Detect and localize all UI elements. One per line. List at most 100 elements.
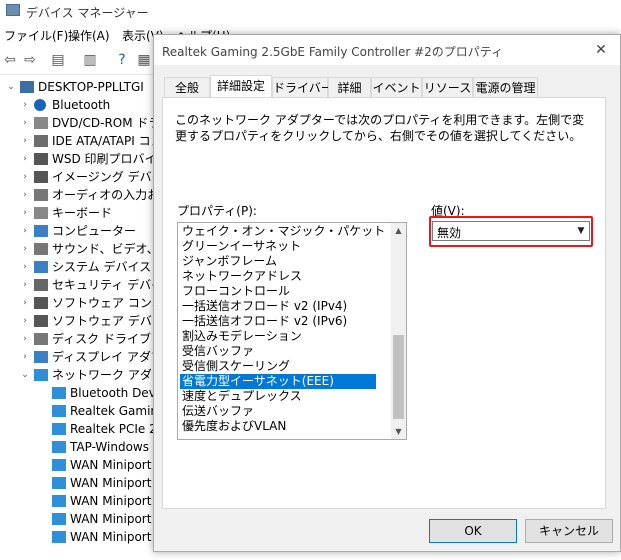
chevron-right-icon[interactable]: › <box>20 258 30 276</box>
property-list-item[interactable]: ジャンボフレーム <box>180 254 376 269</box>
menu-action[interactable]: 操作(A) <box>68 27 110 44</box>
scroll-thumb[interactable] <box>393 335 404 419</box>
tab-2[interactable]: ドライバー <box>272 77 333 97</box>
tab-6[interactable]: 電源の管理 <box>473 77 538 97</box>
device-manager-icon <box>6 4 20 16</box>
property-list-item[interactable]: グリーンイーサネット <box>180 239 376 254</box>
tree-item[interactable]: › イメージング デバイス <box>0 168 160 186</box>
tree-item[interactable]: WAN Miniport <box>0 456 160 474</box>
bluetooth-icon <box>34 99 46 111</box>
chevron-right-icon[interactable]: › <box>20 312 30 330</box>
chevron-right-icon[interactable]: › <box>20 114 30 132</box>
property-label: プロパティ(P): <box>177 204 257 218</box>
chevron-right-icon[interactable]: › <box>20 132 30 150</box>
tree-item-label: WAN Miniport <box>70 494 152 508</box>
tree-item[interactable]: TAP-Windows <box>0 438 160 456</box>
tree-item-label: イメージング デバイス <box>52 170 160 184</box>
tree-item[interactable]: › キーボード <box>0 204 160 222</box>
network-adapter-icon <box>52 531 66 543</box>
menu-file[interactable]: ファイル(F) <box>4 27 68 44</box>
tree-item[interactable]: WAN Miniport <box>0 492 160 510</box>
scroll-up-arrow-icon[interactable]: ▲ <box>391 223 406 238</box>
property-list-item[interactable]: 一括送信オフロード v2 (IPv4) <box>180 299 376 314</box>
tree-item[interactable]: › ソフトウェア デバイス <box>0 312 160 330</box>
tree-item[interactable]: › ディスク ドライブ <box>0 330 160 348</box>
tree-item[interactable]: WAN Miniport <box>0 528 160 546</box>
chevron-right-icon[interactable]: › <box>20 222 30 240</box>
chevron-right-icon[interactable]: › <box>20 348 30 366</box>
tree-item-label: WAN Miniport <box>70 476 152 490</box>
tab-4[interactable]: イベント <box>371 77 422 97</box>
tab-1[interactable]: 詳細設定 <box>210 75 272 98</box>
tree-item-label: Realtek PCIe 2.5 <box>70 422 160 436</box>
tree-item[interactable]: › Bluetooth <box>0 96 160 114</box>
tree-item-label: Bluetooth Device <box>70 386 160 400</box>
tree-item[interactable]: › サウンド、ビデオ、およびゲーム コントローラー <box>0 240 160 258</box>
chevron-right-icon[interactable]: › <box>20 294 30 312</box>
tree-item[interactable]: › DVD/CD-ROM ドライブ <box>0 114 160 132</box>
property-list-scrollbar[interactable]: ▲ ▼ <box>391 223 406 439</box>
dialog-title: Realtek Gaming 2.5GbE Family Controller … <box>162 45 504 59</box>
property-list-item[interactable]: 割込みモデレーション <box>180 329 376 344</box>
property-list-item[interactable]: 速度とデュプレックス <box>180 389 376 404</box>
tab-0[interactable]: 全般 <box>164 77 210 97</box>
tree-item[interactable]: Realtek Gaming <box>0 402 160 420</box>
back-arrow-icon[interactable]: ⇦ <box>2 52 18 68</box>
tree-item[interactable]: ⌄ DESKTOP-PPLLTGI <box>0 78 160 96</box>
tree-item[interactable]: › オーディオの入力および出力 <box>0 186 160 204</box>
cancel-button[interactable]: キャンセル <box>525 519 613 543</box>
chevron-right-icon[interactable]: › <box>20 150 30 168</box>
chevron-right-icon[interactable]: › <box>20 96 30 114</box>
monitor-icon <box>34 225 48 237</box>
tree-item-label: コンピューター <box>52 224 137 238</box>
tree-item[interactable]: › ソフトウェア コンポーネント <box>0 294 160 312</box>
properties-icon[interactable]: ▥ <box>82 52 98 68</box>
tree-item[interactable]: ⌄ ネットワーク アダプター <box>0 366 160 384</box>
tab-5[interactable]: リソース <box>422 77 473 97</box>
help-icon[interactable]: ? <box>114 52 130 68</box>
network-adapter-icon <box>52 387 66 399</box>
tree-item[interactable]: › ディスプレイ アダプター <box>0 348 160 366</box>
tree-item[interactable]: Bluetooth Device <box>0 384 160 402</box>
tree-item-label: WAN Miniport <box>70 530 152 544</box>
tree-item[interactable]: › システム デバイス <box>0 258 160 276</box>
property-list-item[interactable]: 受信側スケーリング <box>180 359 376 374</box>
chevron-right-icon[interactable]: › <box>20 168 30 186</box>
property-list-item[interactable]: 優先度およびVLAN <box>180 419 376 434</box>
tree-item[interactable]: Realtek PCIe 2.5 <box>0 420 160 438</box>
show-hide-tree-icon[interactable]: ▤ <box>50 52 66 68</box>
property-list-item[interactable]: フローコントロール <box>180 284 376 299</box>
close-icon[interactable]: ✕ <box>592 41 610 59</box>
tree-item[interactable]: › セキュリティ デバイス <box>0 276 160 294</box>
chevron-right-icon[interactable]: › <box>20 330 30 348</box>
scroll-down-arrow-icon[interactable]: ▼ <box>391 424 406 439</box>
property-list-item[interactable]: ウェイク・オン・マジック・パケット <box>180 224 385 239</box>
tree-item[interactable]: WAN Miniport <box>0 474 160 492</box>
chevron-right-icon[interactable]: › <box>20 186 30 204</box>
tree-item-label: ディスク ドライブ <box>52 332 151 346</box>
ok-button[interactable]: OK <box>429 519 517 543</box>
tree-item[interactable]: › WSD 印刷プロバイダー <box>0 150 160 168</box>
advanced-tab-panel: このネットワーク アダプターでは次のプロパティを利用できます。左側で変更するプロ… <box>162 97 606 509</box>
property-list-item[interactable]: 受信バッファ <box>180 344 376 359</box>
chevron-right-icon[interactable]: › <box>20 276 30 294</box>
chevron-right-icon[interactable]: › <box>20 204 30 222</box>
property-list-item[interactable]: 一括送信オフロード v2 (IPv6) <box>180 314 376 329</box>
tree-item[interactable]: › IDE ATA/ATAPI コントローラー <box>0 132 160 150</box>
chevron-right-icon[interactable]: › <box>20 240 30 258</box>
tree-item[interactable]: › コンピューター <box>0 222 160 240</box>
forward-arrow-icon[interactable]: ⇨ <box>22 52 38 68</box>
chevron-down-icon[interactable]: ⌄ <box>20 366 30 384</box>
property-list-item[interactable]: ネットワークアドレス <box>180 269 376 284</box>
property-list[interactable]: ウェイク・オン・マジック・パケット グリーンイーサネット ジャンボフレーム ネットワー… <box>177 222 407 440</box>
chevron-down-icon[interactable]: ⌄ <box>6 78 16 96</box>
property-list-item[interactable]: 省電力型イーサネット(EEE) <box>180 374 376 389</box>
tree-item-label: ソフトウェア コンポーネント <box>52 296 160 310</box>
property-list-item[interactable]: 伝送バッファ <box>180 404 376 419</box>
tree-item-label: ソフトウェア デバイス <box>52 314 160 328</box>
tree-item[interactable]: WAN Miniport <box>0 510 160 528</box>
tree-item-label: WSD 印刷プロバイダー <box>52 152 160 166</box>
tree-item-label: サウンド、ビデオ、およびゲーム コントローラー <box>52 242 160 256</box>
view-icon[interactable]: ▦ <box>136 52 152 68</box>
tab-3[interactable]: 詳細 <box>328 77 371 97</box>
